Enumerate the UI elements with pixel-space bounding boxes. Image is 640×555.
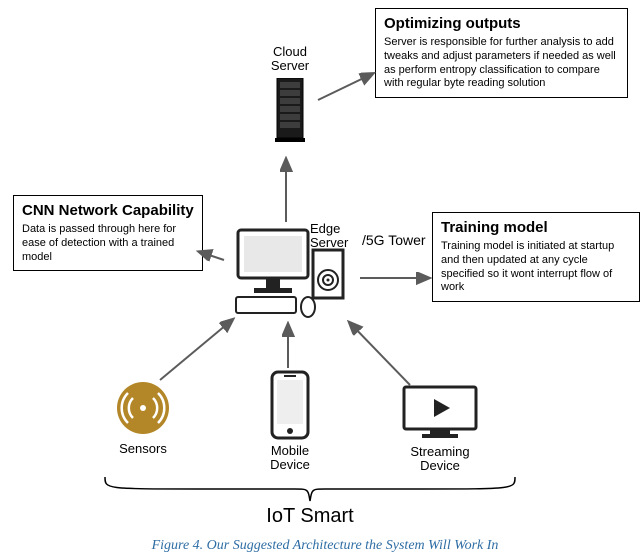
streaming-device-node: Streaming Device (395, 383, 485, 474)
iot-group-label: IoT Smart (230, 505, 390, 527)
callout-optimizing-title: Optimizing outputs (384, 15, 619, 32)
callout-training-title: Training model (441, 219, 631, 236)
callout-training-body: Training model is initiated at startup a… (441, 240, 631, 295)
figure-caption: Figure 4. Our Suggested Architecture the… (95, 538, 555, 554)
edge-server-label: Edge Server (310, 222, 360, 251)
mobile-label: Mobile Device (255, 444, 325, 473)
sensors-node: Sensors (108, 380, 178, 456)
server-rack-icon (270, 78, 310, 148)
cloud-server-label: Cloud Server (255, 45, 325, 74)
sensors-label: Sensors (108, 442, 178, 456)
callout-cnn-title: CNN Network Capability (22, 202, 194, 219)
streaming-label: Streaming Device (395, 445, 485, 474)
architecture-diagram: Cloud Server (0, 0, 640, 555)
callout-optimizing-body: Server is responsible for further analys… (384, 36, 619, 91)
cloud-server-node: Cloud Server (255, 45, 325, 148)
mobile-device-node: Mobile Device (255, 370, 325, 473)
streaming-icon (400, 383, 480, 441)
mobile-icon (268, 370, 312, 440)
callout-optimizing: Optimizing outputs Server is responsible… (375, 8, 628, 98)
edge-5g-annotation: /5G Tower (362, 232, 426, 248)
callout-cnn: CNN Network Capability Data is passed th… (13, 195, 203, 271)
callout-cnn-body: Data is passed through here for ease of … (22, 223, 194, 264)
callout-training: Training model Training model is initiat… (432, 212, 640, 302)
sensor-icon (115, 380, 171, 436)
